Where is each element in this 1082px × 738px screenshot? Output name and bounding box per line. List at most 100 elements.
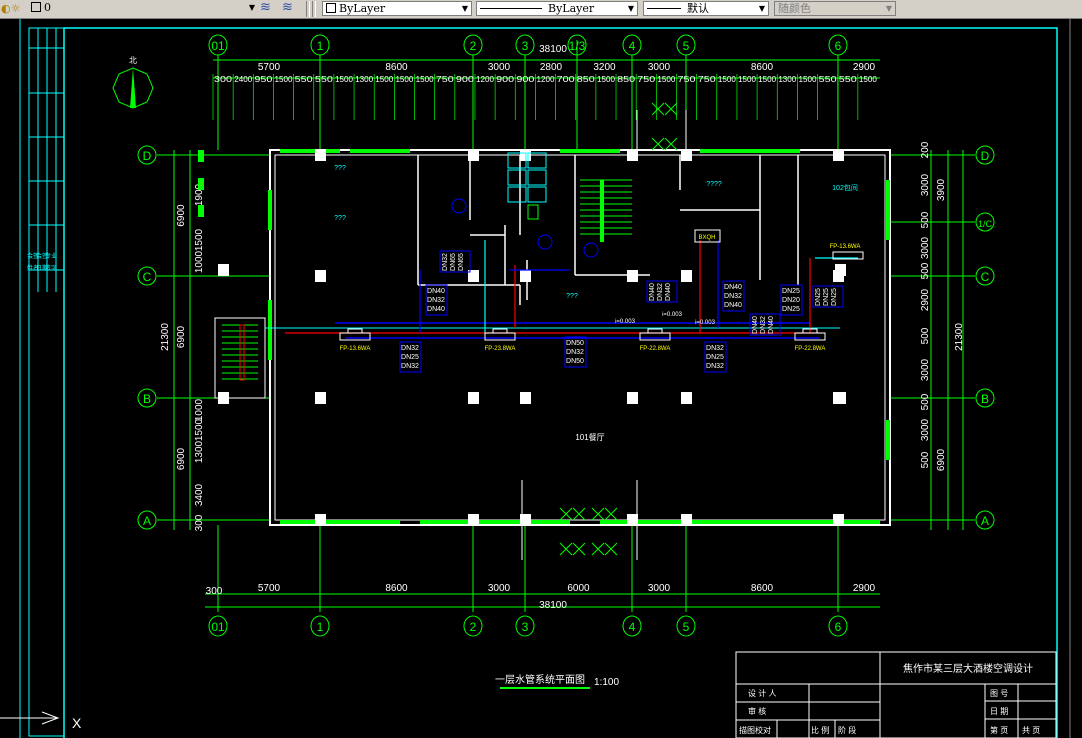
dim-text: 3000 (920, 236, 931, 259)
dim-text: 550 (819, 74, 837, 84)
equipment-label: BXQH (698, 235, 715, 241)
pipe-size-label: DN32 (706, 345, 724, 352)
color-dropdown[interactable]: ByLayer ▼ (322, 1, 472, 16)
fan-coil-label: FP-22.8WA (640, 346, 671, 352)
total-width-dim: 38100 (539, 44, 567, 55)
lineweight-dropdown[interactable]: 默认 ▼ (643, 1, 769, 16)
axis-label-x: 6 (835, 620, 842, 634)
pipe-size-label: DN32 (724, 293, 742, 300)
fan-coil-unit (639, 332, 671, 341)
separator (306, 1, 310, 17)
axis-label-x: 4 (629, 620, 636, 634)
dim-text: 8600 (751, 62, 774, 73)
pipe-size-label: DN40 (768, 316, 775, 334)
stair-rail (600, 180, 604, 242)
column (468, 514, 479, 526)
window (420, 520, 570, 524)
axis-label-y: B (981, 392, 989, 406)
linetype-dropdown[interactable]: ByLayer ▼ (476, 1, 638, 16)
total-pages-label: 共 页 (1022, 726, 1040, 735)
layer-state-icons[interactable]: ◐☼ (1, 2, 20, 15)
fan-coil-label: FP-13.6WA (830, 244, 861, 250)
window (280, 520, 400, 524)
pipe-size-label: DN25 (782, 288, 800, 295)
dim-text: 500 (920, 393, 931, 410)
dim-text: 750 (637, 74, 655, 84)
column (520, 270, 531, 282)
window (268, 190, 272, 230)
column (315, 392, 326, 404)
drawing-canvas[interactable]: 会签会签专业姓名日期签字 北 01 01 1 1 2 2 3 3 1/3 4 4 5 5 6 6 D D 1/C C… (0, 19, 1082, 738)
axis-label-x: 2 (470, 620, 477, 634)
window (198, 178, 204, 190)
layer-value: 0 (44, 1, 51, 14)
chevron-down-icon: ▼ (758, 4, 765, 13)
axis-label-y: D (143, 149, 152, 163)
dim-text: 6900 (176, 325, 187, 348)
dim-text: 1500 (798, 74, 816, 84)
dim-text: 1500 (395, 74, 413, 84)
riser-marker-icon (451, 198, 467, 214)
status-label: 阶 段 (838, 725, 856, 735)
dim-text: 3000 (920, 418, 931, 441)
scale-cell-label: 比 例 (811, 725, 829, 735)
axis-label-x: 1 (317, 620, 324, 634)
pipe-size-label: DN65 (450, 253, 457, 271)
dim-text: 900 (456, 74, 474, 84)
axis-label-y: A (143, 514, 151, 528)
dim-text: 1500 (657, 74, 675, 84)
dim-text: 500 (920, 327, 931, 344)
layer-previous-icon[interactable]: ≋ (282, 0, 293, 15)
door-swing (591, 542, 618, 556)
axis-label-x: 3 (522, 39, 529, 53)
pipe-size-label: DN32 (401, 363, 419, 370)
title-block: 焦作市某三层大酒楼空调设计 设 计 人 审 核 描图校对 比 例 阶 段 图 号… (735, 651, 1057, 738)
make-layer-current-icon[interactable]: ≋ (260, 0, 271, 15)
layer-dropdown[interactable]: 0 ▼ (28, 1, 258, 16)
axis-label-x: 1/3 (569, 39, 586, 53)
chevron-down-icon: ▼ (461, 4, 468, 13)
chevron-down-icon: ▼ (885, 4, 892, 13)
column (315, 149, 326, 161)
plotstyle-value: 随颜色 (778, 2, 811, 15)
dim-text: 300 (214, 74, 232, 84)
properties-toolbar: ◐☼ 0 ▼ ≋ ≋ ByLayer ▼ ByLayer ▼ 默认 ▼ 随颜色 ▼ (0, 0, 1082, 19)
room-label: 102包间 (832, 183, 858, 192)
dim-text: 1500 (738, 74, 756, 84)
pipe-size-label: DN40 (427, 288, 445, 295)
dim-text: 550 (315, 74, 333, 84)
room-label: ??? (334, 165, 346, 172)
dim-text: 8600 (751, 583, 774, 594)
strip-label: 专业 (45, 252, 57, 260)
toilet-stall (507, 186, 527, 203)
total-height-dim: 21300 (160, 323, 171, 351)
north-arrow: 北 (112, 56, 154, 109)
building-walls (198, 102, 891, 560)
axis-label-y: B (143, 392, 151, 406)
window (700, 149, 800, 153)
column (520, 392, 531, 404)
riser-marker-icon (537, 234, 553, 250)
slope-label: i=0.003 (662, 312, 683, 318)
fan-coil-label: FP-23.8WA (485, 346, 516, 352)
dim-text: 3900 (936, 178, 947, 201)
dim-text: 500 (920, 451, 931, 468)
dim-text: 1500 (194, 418, 205, 441)
pipe-size-label: DN50 (566, 358, 584, 365)
column (835, 392, 846, 404)
slope-label: i=0.003 (695, 320, 716, 326)
dim-text: 2900 (853, 62, 876, 73)
dim-text: 1000 (194, 250, 205, 273)
column (315, 270, 326, 282)
dim-text: 3000 (488, 62, 511, 73)
dim-text: 2900 (920, 288, 931, 311)
window (268, 300, 272, 360)
pipe-size-label: DN32 (401, 345, 419, 352)
column (627, 392, 638, 404)
door-swing (559, 507, 586, 521)
dim-text: 950 (254, 74, 272, 84)
window (886, 180, 890, 240)
dim-text: 1200 (537, 74, 555, 84)
pipe-size-label: DN25 (831, 288, 838, 306)
dim-text: 2900 (853, 583, 876, 594)
